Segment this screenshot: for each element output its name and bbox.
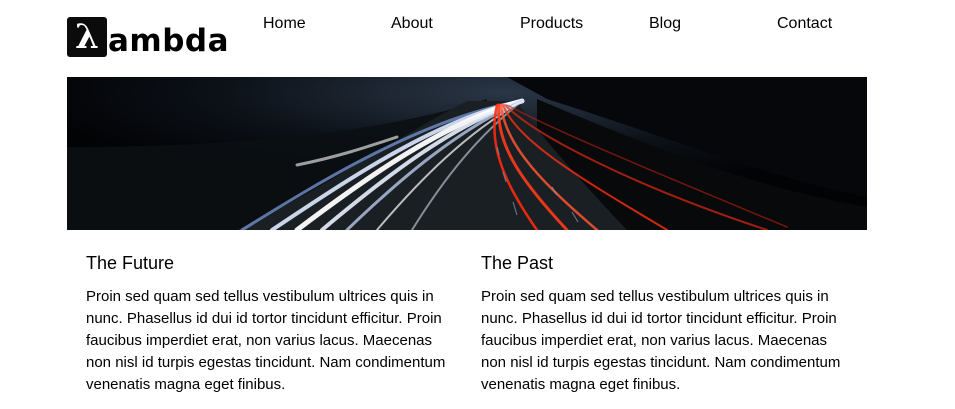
nav-blog[interactable]: Blog — [649, 15, 681, 33]
column-the-past: The Past Proin sed quam sed tellus vesti… — [481, 252, 851, 396]
nav-products[interactable]: Products — [520, 15, 583, 33]
hero-image — [67, 77, 867, 230]
column-title: The Future — [86, 253, 175, 273]
logo-text: ambda — [108, 23, 230, 59]
nav-about[interactable]: About — [391, 15, 433, 33]
column-the-future: The Future Proin sed quam sed tellus ves… — [86, 252, 456, 396]
logo[interactable]: λ ambda — [67, 17, 229, 59]
lambda-logo-icon: λ — [67, 17, 107, 57]
column-title: The Past — [481, 253, 554, 273]
column-body: Proin sed quam sed tellus vestibulum ult… — [86, 288, 446, 393]
nav-home[interactable]: Home — [263, 15, 306, 33]
nav-contact[interactable]: Contact — [777, 15, 832, 33]
column-body: Proin sed quam sed tellus vestibulum ult… — [481, 288, 841, 393]
site-header: λ ambda Home About Products Blog Contact — [0, 0, 955, 70]
